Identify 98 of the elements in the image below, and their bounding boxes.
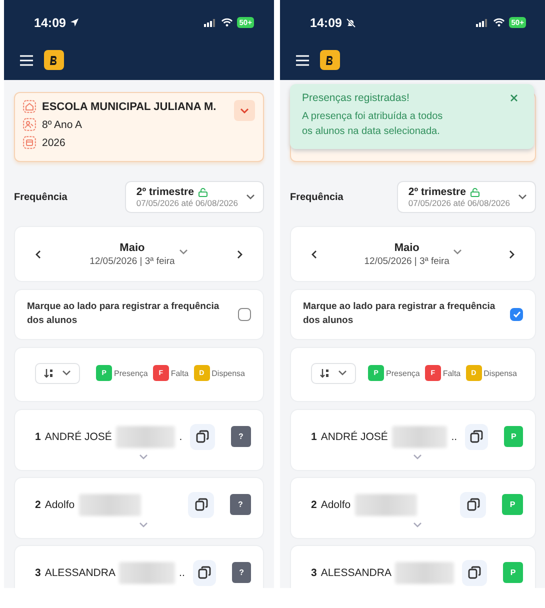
student-name: Adolfo <box>44 498 75 510</box>
unlocked-padlock-icon <box>470 188 480 196</box>
sort-icon <box>320 368 330 378</box>
chevron-down-icon <box>246 194 255 200</box>
blurred-name <box>116 426 176 448</box>
student-name: ALESSANDRA <box>44 566 116 578</box>
copy-icon <box>470 430 484 443</box>
blurred-name <box>395 562 454 584</box>
student-number: 3 <box>311 566 317 578</box>
month-name: Maio <box>394 242 420 254</box>
ellipsis: .. <box>179 566 185 578</box>
copy-button[interactable] <box>188 492 214 518</box>
student-number: 2 <box>35 498 41 510</box>
legend-label: Falta <box>170 368 189 378</box>
toast-message: A presença foi atribuída a todos os alunos na data selecionada. <box>302 110 444 138</box>
ellipsis: .. <box>451 430 458 442</box>
school-name: ESCOLA MUNICIPAL JULIANA M. <box>42 100 216 112</box>
blurred-name <box>78 494 141 516</box>
register-instruction: Marque ao lado para registrar a frequência dos alunos <box>303 300 496 328</box>
wifi-icon <box>221 18 234 27</box>
legend-label: Dispensa <box>484 368 517 378</box>
register-instruction: Marque ao lado para registrar a frequência dos alunos <box>27 300 220 328</box>
chevron-left-icon <box>311 250 317 258</box>
legend-label: Presença <box>114 368 148 378</box>
chevron-down-icon <box>518 194 527 200</box>
copy-icon <box>196 430 210 443</box>
chevron-down-icon <box>240 108 249 114</box>
menu-icon[interactable] <box>20 54 33 66</box>
student-name: ANDRÉ JOSÉ <box>320 430 388 442</box>
wifi-icon <box>493 18 506 27</box>
sort-button[interactable] <box>311 362 356 384</box>
collapse-button[interactable] <box>234 100 255 121</box>
chevron-down-icon <box>62 370 71 376</box>
month-name: Maio <box>120 242 145 254</box>
copy-icon <box>468 566 482 579</box>
copy-icon <box>466 498 480 511</box>
calendar-icon <box>23 136 36 149</box>
status-time: 14:09 <box>34 16 66 30</box>
unlocked-padlock-icon <box>198 188 208 196</box>
register-checkbox[interactable] <box>238 308 251 321</box>
student-name: ANDRÉ JOSÉ <box>44 430 112 442</box>
close-icon[interactable] <box>510 94 518 102</box>
bold-b-icon <box>49 54 59 66</box>
term-selector[interactable]: 2º trimestre 07/05/2026 até 06/08/2026 <box>397 181 536 213</box>
chevron-down-icon <box>452 249 462 255</box>
class-name: 8º Ano A <box>42 118 82 130</box>
attendance-label: Frequência <box>14 192 68 202</box>
copy-button[interactable] <box>462 560 488 586</box>
student-number: 1 <box>311 430 317 442</box>
attendance-status-button[interactable]: ? <box>232 562 252 583</box>
term-title: 2º trimestre <box>136 186 194 198</box>
copy-button[interactable] <box>192 560 216 586</box>
term-date-range: 07/05/2026 até 06/08/2026 <box>408 198 510 208</box>
copy-button[interactable] <box>190 424 215 450</box>
copy-button[interactable] <box>460 492 486 518</box>
chevron-right-icon <box>508 250 515 258</box>
bold-b-icon <box>325 54 335 66</box>
term-selector[interactable]: 2º trimestre 07/05/2026 até 06/08/2026 <box>125 181 264 213</box>
blurred-name <box>392 426 448 448</box>
chevron-left-icon <box>35 250 41 258</box>
signal-icon <box>204 18 218 26</box>
attendance-label: Frequência <box>290 192 344 202</box>
register-checkbox[interactable] <box>510 308 523 321</box>
student-name: Adolfo <box>320 498 351 510</box>
signal-icon <box>476 18 490 26</box>
copy-icon <box>194 498 208 511</box>
legend-label: Falta <box>442 368 461 378</box>
blurred-name <box>119 562 176 584</box>
term-title: 2º trimestre <box>408 186 466 198</box>
student-number: 3 <box>35 566 41 578</box>
copy-button[interactable] <box>465 424 488 450</box>
student-name: ALESSANDRA <box>320 566 392 578</box>
attendance-status-button[interactable]: ? <box>230 494 251 515</box>
student-number: 1 <box>35 430 41 442</box>
sort-button[interactable] <box>35 362 80 384</box>
school-year: 2026 <box>42 136 66 148</box>
menu-icon[interactable] <box>296 54 309 66</box>
location-arrow-icon <box>70 18 79 27</box>
people-icon <box>23 118 36 131</box>
toast-title: Presenças registradas! <box>302 92 410 104</box>
bell-slash-icon <box>346 18 356 28</box>
blurred-name <box>354 494 417 516</box>
chevron-down-icon <box>338 370 347 376</box>
ellipsis: . <box>179 430 182 442</box>
school-icon <box>23 100 36 113</box>
selected-date: 12/05/2026 | 3ª feira <box>90 256 175 266</box>
selected-date: 12/05/2026 | 3ª feira <box>364 256 450 266</box>
term-date-range: 07/05/2026 até 06/08/2026 <box>136 198 238 208</box>
legend-label: Dispensa <box>212 368 245 378</box>
attendance-status-button[interactable]: ? <box>230 426 252 447</box>
student-number: 2 <box>311 498 317 510</box>
chevron-down-icon <box>179 249 188 255</box>
checkmark-icon <box>512 310 520 318</box>
copy-icon <box>198 566 212 579</box>
chevron-right-icon <box>237 250 243 258</box>
sort-icon <box>44 368 54 378</box>
legend-label: Presença <box>386 368 420 378</box>
status-time: 14:09 <box>310 16 342 30</box>
